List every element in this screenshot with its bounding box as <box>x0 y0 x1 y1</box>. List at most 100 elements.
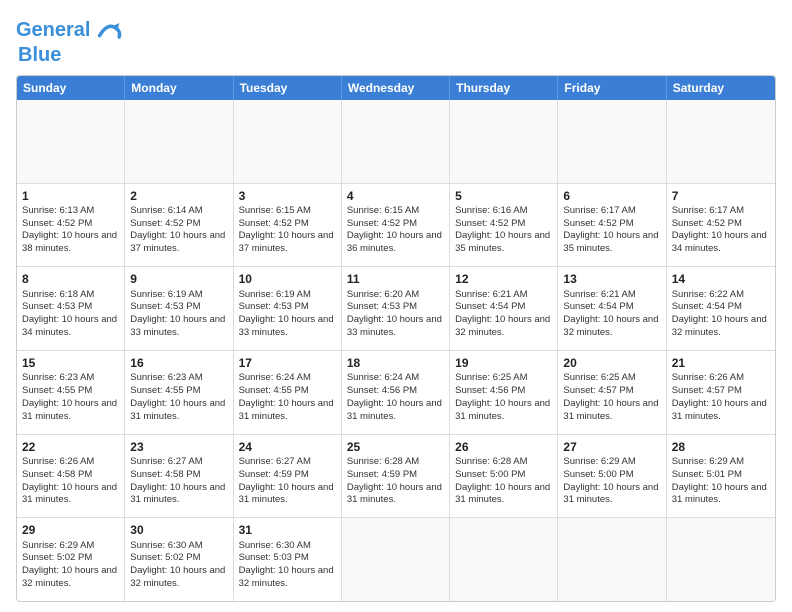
calendar-cell: 8 Sunrise: 6:18 AMSunset: 4:53 PMDaylight… <box>17 267 125 350</box>
day-info: Sunrise: 6:30 AMSunset: 5:03 PMDaylight:… <box>239 540 334 589</box>
day-number: 17 <box>239 355 336 371</box>
calendar-cell <box>342 518 450 601</box>
logo-icon <box>94 16 122 44</box>
day-info: Sunrise: 6:25 AMSunset: 4:56 PMDaylight:… <box>455 372 550 421</box>
calendar-cell: 10Sunrise: 6:19 AMSunset: 4:53 PMDayligh… <box>234 267 342 350</box>
day-number: 13 <box>563 271 660 287</box>
logo-blue: Blue <box>18 44 61 67</box>
calendar-week-3: 15Sunrise: 6:23 AMSunset: 4:55 PMDayligh… <box>17 351 775 435</box>
page-container: General Blue Sunday Monday Tuesday <box>0 0 792 612</box>
day-number: 1 <box>22 188 119 204</box>
calendar-cell <box>558 100 666 183</box>
day-info: Sunrise: 6:19 AMSunset: 4:53 PMDaylight:… <box>130 289 225 338</box>
calendar-cell: 31Sunrise: 6:30 AMSunset: 5:03 PMDayligh… <box>234 518 342 601</box>
calendar-cell: 22Sunrise: 6:26 AMSunset: 4:58 PMDayligh… <box>17 435 125 518</box>
day-number: 9 <box>130 271 227 287</box>
day-number: 3 <box>239 188 336 204</box>
header-thursday: Thursday <box>450 76 558 100</box>
day-info: Sunrise: 6:18 AMSunset: 4:53 PMDaylight:… <box>22 289 117 338</box>
day-info: Sunrise: 6:27 AMSunset: 4:59 PMDaylight:… <box>239 456 334 505</box>
calendar-week-2: 8 Sunrise: 6:18 AMSunset: 4:53 PMDaylight… <box>17 267 775 351</box>
day-info: Sunrise: 6:16 AMSunset: 4:52 PMDaylight:… <box>455 205 550 254</box>
day-number: 4 <box>347 188 444 204</box>
day-number: 2 <box>130 188 227 204</box>
header-sunday: Sunday <box>17 76 125 100</box>
calendar-cell: 7Sunrise: 6:17 AMSunset: 4:52 PMDaylight… <box>667 184 775 267</box>
day-info: Sunrise: 6:22 AMSunset: 4:54 PMDaylight:… <box>672 289 767 338</box>
day-info: Sunrise: 6:29 AMSunset: 5:00 PMDaylight:… <box>563 456 658 505</box>
day-number: 16 <box>130 355 227 371</box>
day-info: Sunrise: 6:25 AMSunset: 4:57 PMDaylight:… <box>563 372 658 421</box>
calendar-cell: 12 Sunrise: 6:21 AMSunset: 4:54 PMDayligh… <box>450 267 558 350</box>
day-info: Sunrise: 6:24 AMSunset: 4:55 PMDaylight:… <box>239 372 334 421</box>
header-monday: Monday <box>125 76 233 100</box>
calendar-cell: 6Sunrise: 6:17 AMSunset: 4:52 PMDaylight… <box>558 184 666 267</box>
day-number: 22 <box>22 439 119 455</box>
day-number: 30 <box>130 522 227 538</box>
day-info: Sunrise: 6:21 AMSunset: 4:54 PMDaylight:… <box>455 289 550 338</box>
calendar-cell: 21Sunrise: 6:26 AMSunset: 4:57 PMDayligh… <box>667 351 775 434</box>
logo-text: General <box>16 19 90 41</box>
day-info: Sunrise: 6:21 AMSunset: 4:54 PMDaylight:… <box>563 289 658 338</box>
day-number: 25 <box>347 439 444 455</box>
day-number: 21 <box>672 355 770 371</box>
calendar-cell: 2Sunrise: 6:14 AMSunset: 4:52 PMDaylight… <box>125 184 233 267</box>
calendar-cell <box>558 518 666 601</box>
day-info: Sunrise: 6:23 AMSunset: 4:55 PMDaylight:… <box>130 372 225 421</box>
day-info: Sunrise: 6:29 AMSunset: 5:01 PMDaylight:… <box>672 456 767 505</box>
day-number: 19 <box>455 355 552 371</box>
calendar-cell: 13 Sunrise: 6:21 AMSunset: 4:54 PMDayligh… <box>558 267 666 350</box>
header-saturday: Saturday <box>667 76 775 100</box>
day-number: 28 <box>672 439 770 455</box>
calendar-cell: 26Sunrise: 6:28 AMSunset: 5:00 PMDayligh… <box>450 435 558 518</box>
day-info: Sunrise: 6:13 AMSunset: 4:52 PMDaylight:… <box>22 205 117 254</box>
calendar-cell: 25Sunrise: 6:28 AMSunset: 4:59 PMDayligh… <box>342 435 450 518</box>
calendar-cell: 5Sunrise: 6:16 AMSunset: 4:52 PMDaylight… <box>450 184 558 267</box>
calendar-cell: 23Sunrise: 6:27 AMSunset: 4:58 PMDayligh… <box>125 435 233 518</box>
day-info: Sunrise: 6:27 AMSunset: 4:58 PMDaylight:… <box>130 456 225 505</box>
calendar-cell: 17Sunrise: 6:24 AMSunset: 4:55 PMDayligh… <box>234 351 342 434</box>
day-info: Sunrise: 6:23 AMSunset: 4:55 PMDaylight:… <box>22 372 117 421</box>
day-info: Sunrise: 6:28 AMSunset: 4:59 PMDaylight:… <box>347 456 442 505</box>
calendar-cell <box>125 100 233 183</box>
calendar-cell: 29Sunrise: 6:29 AMSunset: 5:02 PMDayligh… <box>17 518 125 601</box>
header-wednesday: Wednesday <box>342 76 450 100</box>
calendar-cell: 19Sunrise: 6:25 AMSunset: 4:56 PMDayligh… <box>450 351 558 434</box>
day-number: 18 <box>347 355 444 371</box>
day-number: 11 <box>347 271 444 287</box>
calendar-cell: 30Sunrise: 6:30 AMSunset: 5:02 PMDayligh… <box>125 518 233 601</box>
calendar-cell: 28Sunrise: 6:29 AMSunset: 5:01 PMDayligh… <box>667 435 775 518</box>
calendar-cell: 11Sunrise: 6:20 AMSunset: 4:53 PMDayligh… <box>342 267 450 350</box>
header-tuesday: Tuesday <box>234 76 342 100</box>
day-number: 23 <box>130 439 227 455</box>
day-number: 29 <box>22 522 119 538</box>
calendar-cell <box>667 518 775 601</box>
calendar-cell: 16Sunrise: 6:23 AMSunset: 4:55 PMDayligh… <box>125 351 233 434</box>
day-number: 10 <box>239 271 336 287</box>
day-info: Sunrise: 6:28 AMSunset: 5:00 PMDaylight:… <box>455 456 550 505</box>
calendar-week-5: 29Sunrise: 6:29 AMSunset: 5:02 PMDayligh… <box>17 518 775 601</box>
calendar-cell: 1Sunrise: 6:13 AMSunset: 4:52 PMDaylight… <box>17 184 125 267</box>
day-info: Sunrise: 6:15 AMSunset: 4:52 PMDaylight:… <box>347 205 442 254</box>
calendar-body: 1Sunrise: 6:13 AMSunset: 4:52 PMDaylight… <box>17 100 775 601</box>
day-info: Sunrise: 6:26 AMSunset: 4:57 PMDaylight:… <box>672 372 767 421</box>
calendar-cell <box>450 100 558 183</box>
day-info: Sunrise: 6:14 AMSunset: 4:52 PMDaylight:… <box>130 205 225 254</box>
calendar-cell: 3Sunrise: 6:15 AMSunset: 4:52 PMDaylight… <box>234 184 342 267</box>
calendar-cell: 9 Sunrise: 6:19 AMSunset: 4:53 PMDaylight… <box>125 267 233 350</box>
calendar-cell <box>234 100 342 183</box>
day-number: 15 <box>22 355 119 371</box>
calendar-cell: 4Sunrise: 6:15 AMSunset: 4:52 PMDaylight… <box>342 184 450 267</box>
day-number: 8 <box>22 271 119 287</box>
day-number: 20 <box>563 355 660 371</box>
day-number: 7 <box>672 188 770 204</box>
calendar-cell <box>667 100 775 183</box>
calendar-cell <box>17 100 125 183</box>
calendar-cell <box>342 100 450 183</box>
day-number: 27 <box>563 439 660 455</box>
calendar-cell: 14Sunrise: 6:22 AMSunset: 4:54 PMDayligh… <box>667 267 775 350</box>
day-number: 24 <box>239 439 336 455</box>
day-number: 12 <box>455 271 552 287</box>
day-info: Sunrise: 6:15 AMSunset: 4:52 PMDaylight:… <box>239 205 334 254</box>
day-info: Sunrise: 6:17 AMSunset: 4:52 PMDaylight:… <box>563 205 658 254</box>
